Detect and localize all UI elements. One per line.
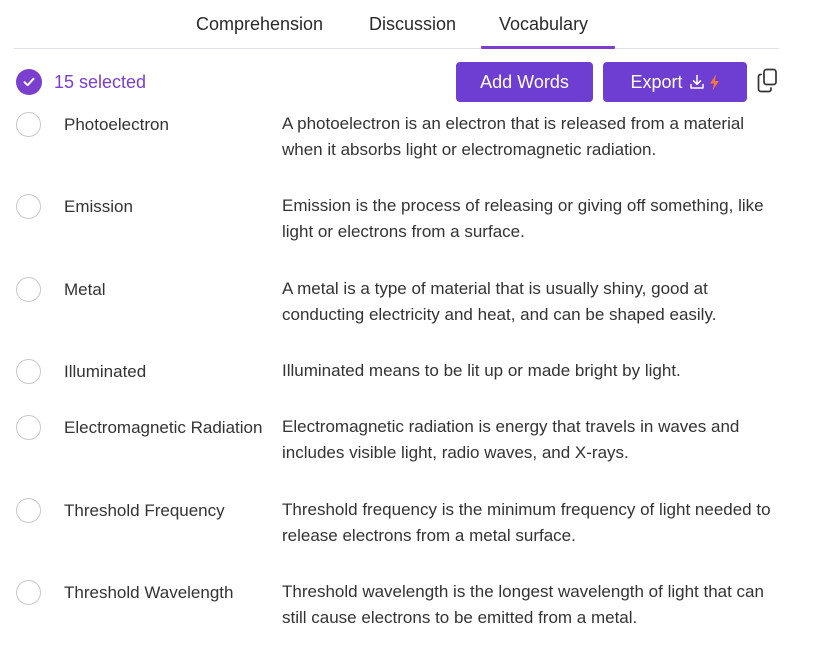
word-term: Metal [64,280,106,299]
tab-comprehension[interactable]: Comprehension [196,14,323,35]
word-definition: A photoelectron is an electron that is r… [282,114,745,159]
select-all-checkbox[interactable] [16,69,42,95]
tab-bar: Comprehension Discussion Vocabulary [14,0,779,49]
selected-count: 15 selected [54,72,147,92]
word-definition: Emission is the process of releasing or … [282,196,764,241]
word-definition: Threshold wavelength is the longest wave… [282,582,764,627]
word-term: Photoelectron [64,115,169,134]
word-select-radio[interactable] [16,112,41,137]
check-icon [23,77,35,87]
word-term: Emission [64,197,133,216]
word-definition: Electromagnetic radiation is energy that… [282,417,740,462]
word-select-radio[interactable] [16,415,41,440]
word-select-radio[interactable] [16,359,41,384]
word-term: Illuminated [64,362,147,381]
bolt-icon [709,74,719,90]
download-icon [689,74,704,89]
word-term: Threshold Frequency [64,501,225,520]
word-select-radio[interactable] [16,580,41,605]
word-select-radio[interactable] [16,194,41,219]
copy-icon[interactable] [756,67,780,95]
word-select-radio[interactable] [16,498,41,523]
word-term: Threshold Wavelength [64,583,234,602]
export-button[interactable]: Export [603,62,747,102]
word-definition: Threshold frequency is the minimum frequ… [282,500,771,545]
add-words-button[interactable]: Add Words [456,62,593,102]
word-select-radio[interactable] [16,277,41,302]
active-tab-indicator [481,46,615,49]
tab-discussion[interactable]: Discussion [369,14,456,35]
export-label: Export [630,71,683,92]
word-definition: Illuminated means to be lit up or made b… [282,361,681,380]
tab-vocabulary[interactable]: Vocabulary [499,14,588,35]
word-definition: A metal is a type of material that is us… [282,279,717,324]
word-term: Electromagnetic Radiation [64,418,263,437]
